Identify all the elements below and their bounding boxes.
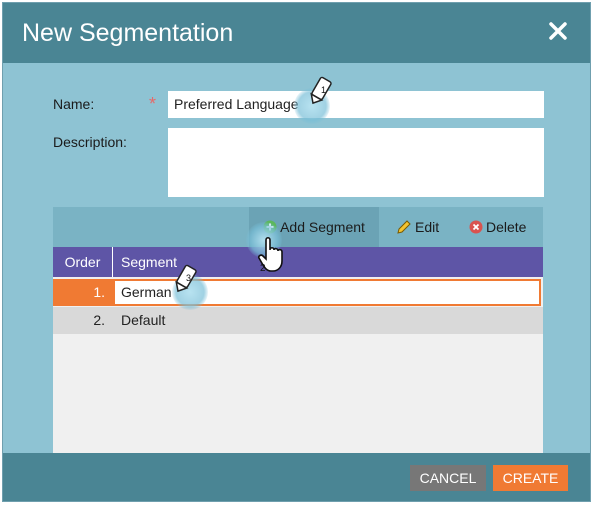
table-row[interactable]: 1. German	[53, 279, 543, 306]
delete-icon	[469, 220, 483, 234]
name-label: Name:	[53, 96, 95, 112]
description-textarea[interactable]	[168, 128, 544, 197]
step-1-number: 1	[321, 85, 326, 95]
edit-button[interactable]: Edit	[396, 207, 439, 247]
add-segment-label: Add Segment	[280, 219, 365, 235]
cancel-button[interactable]: CANCEL	[410, 465, 486, 491]
step-1-pencil-marker: 1	[310, 76, 332, 105]
table-row[interactable]: 2. Default	[53, 307, 543, 334]
dialog-footer: CANCEL CREATE	[3, 453, 590, 501]
grid-toolbar: Add Segment Edit Delete	[53, 207, 543, 247]
dialog-title: New Segmentation	[22, 19, 234, 47]
close-icon[interactable]	[546, 19, 570, 43]
delete-label: Delete	[486, 219, 527, 235]
dialog-header: New Segmentation	[3, 3, 590, 63]
description-label: Description:	[53, 134, 127, 150]
name-input[interactable]: Preferred Language	[168, 91, 544, 118]
step-3-pencil-marker: 3	[175, 264, 197, 293]
step-2-hand-cursor-marker: 2	[258, 236, 283, 274]
row-segment: Default	[121, 312, 166, 328]
edit-label: Edit	[415, 219, 440, 235]
column-header-order[interactable]: Order	[53, 247, 113, 277]
row-order: 2.	[93, 312, 105, 328]
segments-grid: Add Segment Edit Delete Order Segment 1.	[53, 207, 543, 454]
table-header: Order Segment	[53, 247, 543, 277]
row-order: 1.	[53, 279, 113, 306]
required-asterisk: *	[149, 94, 157, 114]
step-2-number: 2	[260, 263, 266, 274]
create-button[interactable]: CREATE	[493, 465, 568, 491]
new-segmentation-dialog: New Segmentation Name: * Preferred Langu…	[2, 2, 591, 502]
delete-button[interactable]: Delete	[469, 207, 526, 247]
pencil-icon	[397, 220, 411, 234]
step-3-number: 3	[186, 273, 191, 283]
